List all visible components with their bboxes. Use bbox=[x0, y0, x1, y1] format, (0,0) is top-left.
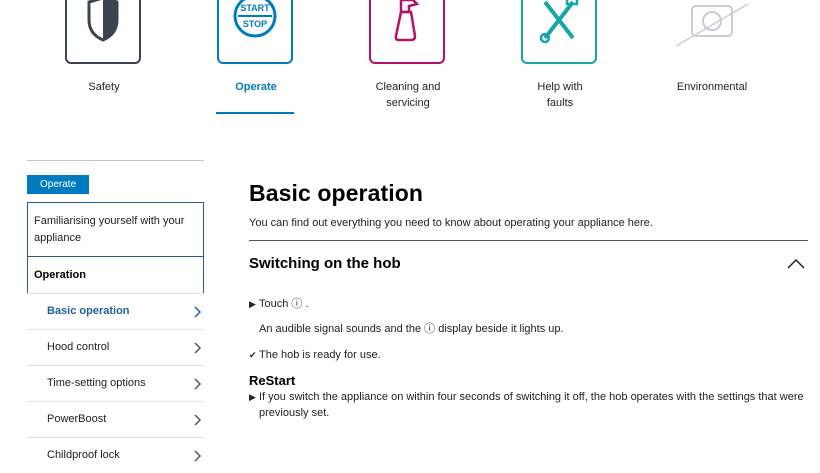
sidebar-item-label: Hood control bbox=[47, 341, 110, 353]
sidebar-item-label: PowerBoost bbox=[47, 413, 107, 425]
page-intro: You can find out everything you need to … bbox=[249, 217, 653, 229]
category-label: Help with faults bbox=[500, 80, 620, 111]
category-label-text: Cleaning and servicing bbox=[375, 81, 441, 109]
category-label-text: Help with faults bbox=[537, 81, 583, 109]
stop-text: STOP bbox=[243, 19, 267, 29]
section-title[interactable]: Switching on the hob bbox=[249, 255, 401, 272]
category-box bbox=[65, 0, 141, 64]
active-underline bbox=[216, 112, 294, 114]
sidebar-nav: Operate Familiarising yourself with your… bbox=[27, 160, 204, 462]
sidebar-badge[interactable]: Operate bbox=[27, 175, 90, 194]
sidebar-section-familiarising[interactable]: Familiarising yourself with your applian… bbox=[27, 202, 204, 257]
power-symbol-icon: ⓘ bbox=[291, 298, 303, 310]
bullet-triangle-icon: ▶ bbox=[249, 299, 256, 309]
step-text-end: . bbox=[305, 298, 309, 310]
chevron-right-icon bbox=[194, 378, 202, 390]
step-touch: ▶ Touch ⓘ . bbox=[249, 296, 309, 312]
camera-crossed-icon bbox=[675, 3, 749, 47]
sidebar-item-label: Time-setting options bbox=[47, 377, 146, 389]
checkmark-icon: ✔ bbox=[249, 350, 257, 360]
sidebar-top-divider bbox=[27, 160, 204, 161]
step-text: The hob is ready for use. bbox=[259, 349, 381, 361]
bullet-triangle-icon: ▶ bbox=[249, 392, 256, 402]
shield-icon bbox=[87, 0, 119, 42]
restart-text: If you switch the appliance on within fo… bbox=[259, 391, 804, 419]
section-divider bbox=[249, 240, 808, 241]
sidebar-item-childproof-lock[interactable]: Childproof lock bbox=[27, 437, 204, 473]
page-title: Basic operation bbox=[249, 180, 424, 206]
category-box: START STOP bbox=[217, 0, 293, 64]
sidebar-item-time-setting[interactable]: Time-setting options bbox=[27, 365, 204, 401]
chevron-right-icon bbox=[194, 342, 202, 354]
category-box bbox=[521, 0, 597, 64]
power-symbol-icon: ⓘ bbox=[424, 323, 436, 335]
sidebar-item-powerboost[interactable]: PowerBoost bbox=[27, 401, 204, 437]
start-text: START bbox=[240, 3, 270, 13]
chevron-up-icon[interactable] bbox=[787, 259, 805, 269]
sidebar-item-label: Childproof lock bbox=[47, 449, 120, 461]
restart-description: ▶ If you switch the appliance on within … bbox=[249, 389, 809, 421]
category-label: Cleaning and servicing bbox=[348, 80, 468, 111]
chevron-right-icon bbox=[194, 450, 202, 462]
step-text-end: display beside it lights up. bbox=[438, 323, 564, 335]
main-content: Basic operation You can find out everyth… bbox=[249, 180, 809, 419]
category-box bbox=[369, 0, 445, 64]
chevron-right-icon bbox=[194, 414, 202, 426]
category-label: Environmental bbox=[676, 81, 748, 93]
sidebar-item-label: Basic operation bbox=[47, 305, 130, 317]
category-label: Operate bbox=[235, 81, 277, 93]
spray-bottle-icon bbox=[394, 0, 420, 42]
chevron-right-icon bbox=[194, 306, 202, 318]
step-result: An audible signal sounds and the ⓘ displ… bbox=[259, 321, 564, 337]
step-text: An audible signal sounds and the bbox=[259, 323, 422, 335]
wrench-screwdriver-icon bbox=[539, 0, 579, 44]
category-label: Safety bbox=[88, 81, 120, 93]
step-ready: ✔ The hob is ready for use. bbox=[249, 347, 381, 363]
sidebar-item-hood-control[interactable]: Hood control bbox=[27, 329, 204, 365]
restart-title: ReStart bbox=[249, 373, 296, 388]
sidebar-item-basic-operation[interactable]: Basic operation bbox=[27, 293, 204, 329]
step-text: Touch bbox=[259, 298, 289, 310]
sidebar-heading-operation[interactable]: Operation bbox=[27, 257, 204, 293]
start-stop-icon: START STOP bbox=[233, 0, 277, 38]
